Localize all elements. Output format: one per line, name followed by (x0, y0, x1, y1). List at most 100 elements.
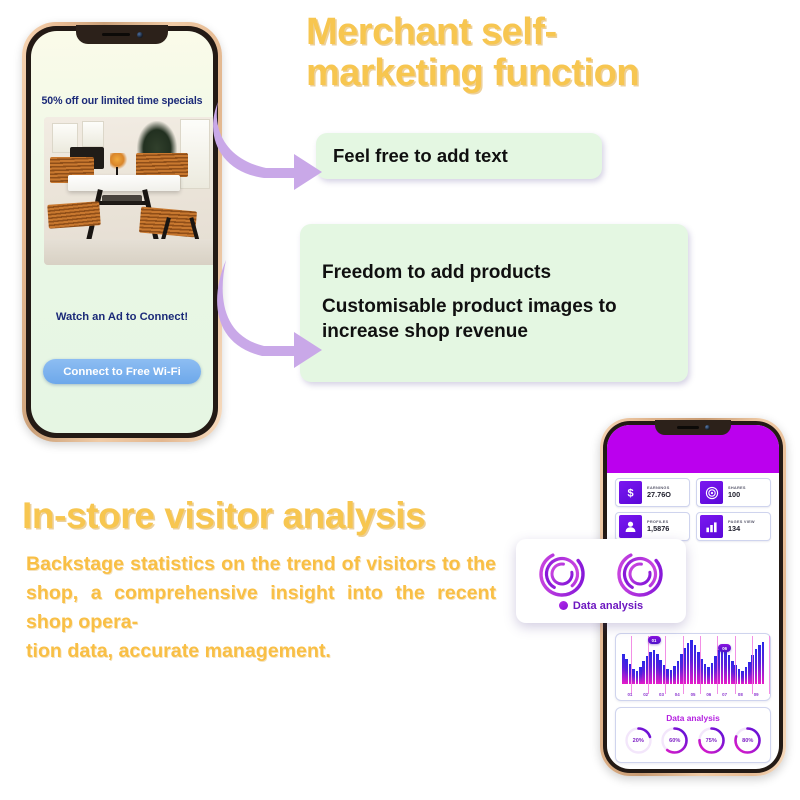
stat-card-profiles[interactable]: PROFILES 1,5876 (615, 512, 690, 541)
data-analysis-floating-card[interactable]: Data analysis (516, 539, 686, 623)
merchant-promo-phone: 50% off our limited time specials Watch … (22, 22, 222, 442)
bar (748, 661, 751, 684)
earpiece-speaker-icon (676, 426, 699, 429)
bar (686, 642, 690, 684)
bar (639, 667, 642, 684)
bar (659, 659, 663, 684)
bar (758, 644, 761, 684)
svg-text:$: $ (627, 488, 633, 500)
x-tick-label: 03 (659, 692, 664, 697)
x-tick-label: 09 (753, 692, 759, 697)
donut-gauge-panel[interactable]: Data analysis 20% 60% 75% 80% (615, 707, 771, 763)
x-tick-label: 05 (690, 692, 696, 697)
connect-to-wifi-button[interactable]: Connect to Free Wi-Fi (43, 359, 201, 384)
bar (727, 654, 731, 684)
section2-body: Backstage statistics on the trend of vis… (26, 550, 496, 666)
chart-badge: 01 (647, 636, 661, 644)
donut-percent-label: 60% (669, 737, 681, 744)
bar-chart-x-axis: 01 02 03 04 05 06 07 08 09 (622, 692, 764, 697)
dollar-icon: $ (619, 481, 642, 504)
visitor-bar-chart-panel[interactable]: 01 06 01 02 03 04 05 06 07 08 09 (615, 633, 771, 701)
bar (724, 648, 727, 684)
legend-dot-icon (558, 601, 568, 610)
section2-heading: In-store visitor analysis (22, 495, 426, 536)
restaurant-photo-art (44, 117, 213, 265)
bar (656, 653, 659, 684)
bar (683, 647, 686, 684)
donut-percent-label: 80% (742, 737, 754, 744)
spiral-ring-icon (539, 550, 585, 597)
arrow-to-callout-1 (213, 102, 322, 190)
callout2-line1: Freedom to add products (322, 262, 552, 283)
chart-tick (682, 636, 684, 694)
spiral-ring-icon (617, 550, 663, 597)
bar (635, 671, 639, 684)
bar-chart-bars (622, 640, 765, 684)
x-tick-label: 07 (722, 692, 728, 697)
spiral-rings-group (537, 549, 665, 599)
bar (761, 641, 765, 684)
bar-chart-icon (700, 515, 723, 538)
callout2-line2: Customisable product images to increase … (322, 296, 617, 343)
phone2-notch (655, 420, 731, 435)
chart-tick (630, 636, 632, 694)
donut-panel-title: Data analysis (666, 713, 720, 723)
bar (649, 651, 652, 684)
bar (669, 670, 673, 684)
bar (642, 661, 646, 684)
section1-heading: Merchant self-marketing function (306, 11, 640, 95)
x-tick-label: 08 (737, 692, 743, 697)
stat-card-earnings[interactable]: $ EARNINGS 27.76O (615, 478, 690, 507)
donut-percent-label: 75% (705, 737, 717, 744)
chart-tick (769, 636, 771, 694)
chart-tick (700, 636, 701, 694)
donut-gauge: 20% (624, 726, 653, 755)
bar (673, 666, 676, 684)
chart-tick (734, 636, 736, 694)
bar (737, 669, 741, 684)
donut-gauge-row: 20% 60% 75% 80% (616, 723, 770, 755)
callout1-text: Feel free to add text (333, 145, 508, 166)
stat-value: 27.76O (647, 490, 671, 500)
bar (625, 658, 629, 684)
promo-headline: 50% off our limited time specials (41, 95, 203, 107)
x-tick-label: 06 (706, 692, 712, 697)
callout-freedom-to-add-products: Freedom to add products Customisable pro… (300, 224, 688, 382)
stat-value: 134 (728, 524, 741, 534)
front-camera-icon (136, 31, 143, 38)
section2-body-main: Backstage statistics on the trend of vis… (26, 553, 496, 633)
stat-card-pages-view[interactable]: PAGES VIEW 134 (696, 512, 771, 541)
phone1-screen: 50% off our limited time specials Watch … (31, 31, 213, 433)
x-tick-label: 02 (643, 692, 649, 697)
front-camera-icon (704, 425, 710, 430)
bar (710, 662, 714, 684)
bar (741, 671, 744, 684)
section2-body-last: tion data, accurate management. (26, 639, 331, 662)
phone1-notch (76, 25, 168, 44)
bar (731, 660, 734, 684)
data-analysis-label: Data analysis (572, 599, 644, 612)
stat-card-grid: $ EARNINGS 27.76O SHARES 100 PROFILES 1,… (615, 478, 771, 541)
bar (666, 669, 669, 684)
bar (693, 644, 697, 684)
donut-gauge: 75% (697, 726, 726, 755)
stat-value: 1,5876 (647, 524, 670, 534)
x-tick-label: 01 (627, 692, 633, 697)
bar (652, 649, 656, 684)
donut-percent-label: 20% (632, 737, 644, 744)
stat-card-shares[interactable]: SHARES 100 (696, 478, 771, 507)
bar (754, 648, 758, 684)
data-analysis-label-row: Data analysis (558, 599, 644, 612)
watch-ad-prompt: Watch an Ad to Connect! (55, 311, 189, 323)
chart-tick (752, 636, 753, 694)
callout-feel-free-to-add-text: Feel free to add text (316, 133, 602, 179)
chart-badge: 06 (718, 644, 732, 652)
earpiece-speaker-icon (101, 32, 130, 37)
person-icon (619, 515, 642, 538)
bar (676, 660, 680, 684)
donut-gauge: 80% (733, 726, 762, 755)
bar (690, 640, 693, 684)
target-icon (700, 481, 723, 504)
restaurant-photo[interactable] (44, 117, 213, 265)
bar (622, 653, 625, 684)
